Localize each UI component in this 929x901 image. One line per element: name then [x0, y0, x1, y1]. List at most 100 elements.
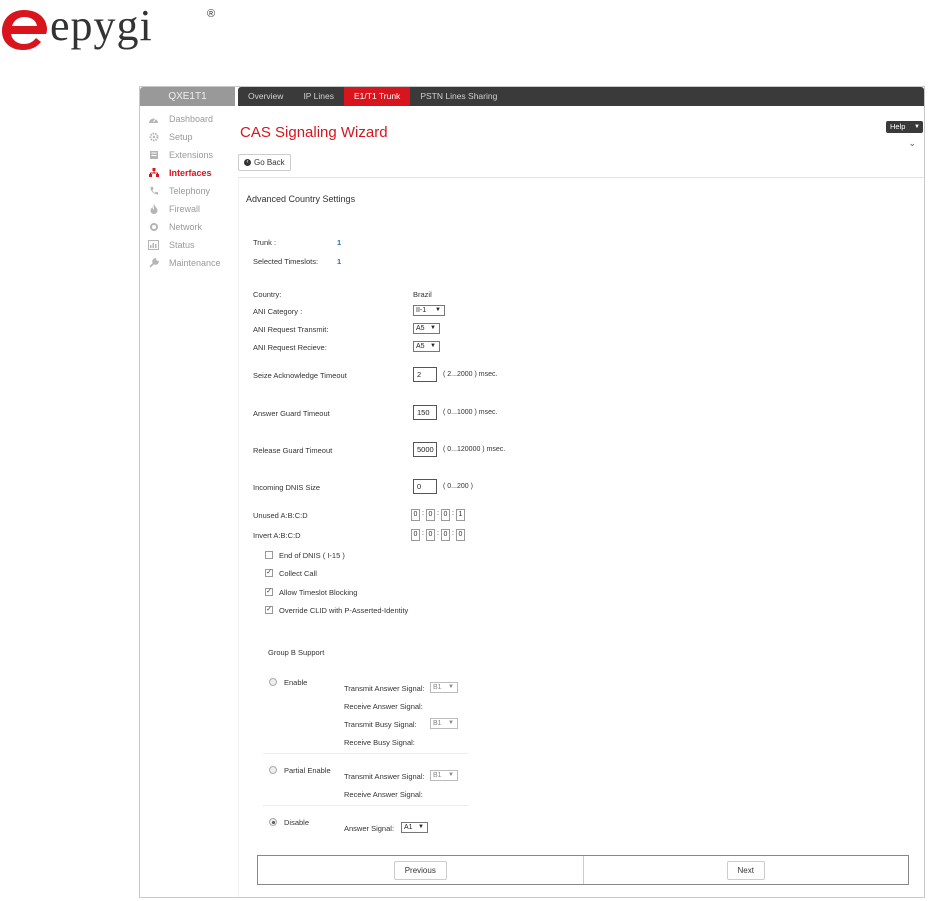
ani-transmit-select[interactable]: A5 ▼	[413, 323, 440, 334]
wrench-icon	[147, 258, 160, 269]
answer-guard-unit: ( 0...1000 ) msec.	[443, 409, 498, 416]
answer-guard-label: Answer Guard Timeout	[253, 409, 330, 418]
next-button[interactable]: Next	[726, 860, 765, 880]
dropdown-arrow-icon: ▼	[448, 720, 454, 726]
invert-d-field[interactable]: 0	[456, 529, 465, 541]
sidebar-item-network[interactable]: Network	[140, 218, 235, 236]
invert-b-field[interactable]: 0	[426, 529, 435, 541]
enable-transmit-answer-select[interactable]: B1 ▼	[430, 682, 458, 693]
answer-signal-select[interactable]: A1 ▼	[401, 822, 428, 833]
transmit-answer-label: Transmit Answer Signal:	[344, 772, 425, 781]
dropdown-arrow-icon: ▼	[418, 824, 424, 830]
divider	[263, 805, 468, 806]
answer-signal-value: A1	[404, 824, 413, 831]
trunk-value: 1	[337, 238, 342, 247]
b1-value: B1	[433, 772, 442, 779]
sidebar-item-dashboard[interactable]: Dashboard	[140, 110, 235, 128]
sidebar-item-label: Firewall	[169, 204, 201, 214]
device-name: QXE1T1	[140, 87, 235, 106]
dnis-size-label: Incoming DNIS Size	[253, 483, 321, 492]
end-of-dnis-checkbox[interactable]	[265, 551, 273, 559]
override-clid-label: Override CLID with P-Asserted-Identity	[279, 606, 409, 615]
colon-separator: :	[437, 530, 439, 537]
top-tabs: Overview IP Lines E1/T1 Trunk PSTN Lines…	[238, 87, 924, 106]
seize-timeout-input[interactable]: 2	[413, 367, 437, 382]
page-title: CAS Signaling Wizard	[240, 124, 388, 141]
enable-transmit-busy-select[interactable]: B1 ▼	[430, 718, 458, 729]
collect-call-label: Collect Call	[279, 569, 317, 578]
allow-timeslot-blocking-checkbox[interactable]: ✓	[265, 588, 273, 596]
dropdown-arrow-icon: ▼	[448, 772, 454, 778]
colon-separator: :	[452, 510, 454, 517]
sidebar-item-label: Extensions	[169, 150, 214, 160]
extensions-icon	[147, 150, 160, 161]
unused-d-field[interactable]: 1	[456, 509, 465, 521]
wizard-footer: Previous Next	[257, 855, 909, 885]
chevron-down-icon[interactable]: ⌄	[908, 138, 916, 149]
go-back-button[interactable]: ‹ Go Back	[238, 154, 291, 171]
wizard-panel: Advanced Country Settings Trunk : 1 Sele…	[238, 177, 924, 897]
ani-category-select[interactable]: II-1 ▼	[413, 305, 445, 316]
footer-cell-next: Next	[582, 856, 909, 884]
epygi-logo-mark	[2, 10, 47, 50]
tab-ip-lines[interactable]: IP Lines	[293, 87, 344, 106]
partial-enable-label: Partial Enable	[284, 766, 331, 775]
ani-category-value: II-1	[416, 307, 427, 314]
fire-icon	[147, 204, 160, 215]
timeslots-value: 1	[337, 257, 342, 266]
dropdown-arrow-icon: ▼	[430, 325, 436, 331]
previous-button[interactable]: Previous	[393, 860, 447, 880]
unused-c-field[interactable]: 0	[441, 509, 450, 521]
tab-e1-t1-trunk[interactable]: E1/T1 Trunk	[344, 87, 411, 106]
sidebar-item-label: Network	[169, 222, 203, 232]
transmit-busy-label: Transmit Busy Signal:	[344, 720, 417, 729]
enable-label: Enable	[284, 678, 308, 687]
dnis-size-input[interactable]: 0	[413, 479, 437, 494]
dashboard-icon	[147, 114, 160, 125]
allow-timeslot-blocking-label: Allow Timeslot Blocking	[279, 588, 358, 597]
b1-value: B1	[433, 684, 442, 691]
tab-pstn-lines-sharing[interactable]: PSTN Lines Sharing	[410, 87, 507, 106]
sidebar-item-firewall[interactable]: Firewall	[140, 200, 235, 218]
group-b-enable-radio[interactable]	[269, 678, 277, 686]
brand-name: epygi	[50, 1, 153, 50]
answer-signal-label: Answer Signal:	[344, 824, 395, 833]
country-value: Brazil	[413, 290, 432, 299]
sidebar-item-label: Maintenance	[169, 258, 221, 268]
sidebar-item-setup[interactable]: Setup	[140, 128, 235, 146]
unused-a-field[interactable]: 0	[411, 509, 420, 521]
group-b-partial-enable-radio[interactable]	[269, 766, 277, 774]
invert-a-field[interactable]: 0	[411, 529, 420, 541]
colon-separator: :	[437, 510, 439, 517]
collect-call-checkbox[interactable]: ✓	[265, 569, 273, 577]
unused-b-field[interactable]: 0	[426, 509, 435, 521]
sidebar-item-telephony[interactable]: Telephony	[140, 182, 235, 200]
ani-receive-select[interactable]: A5 ▼	[413, 341, 440, 352]
sidebar-item-label: Dashboard	[169, 114, 214, 124]
interfaces-icon	[147, 168, 160, 179]
group-b-disable-radio[interactable]	[269, 818, 277, 826]
invert-c-field[interactable]: 0	[441, 529, 450, 541]
sidebar-item-interfaces[interactable]: Interfaces	[140, 164, 235, 182]
sidebar-item-status[interactable]: Status	[140, 236, 235, 254]
override-clid-checkbox[interactable]: ✓	[265, 606, 273, 614]
sidebar: QXE1T1 Dashboard Setup Extensions Interf…	[140, 87, 235, 897]
sidebar-item-label: Status	[169, 240, 195, 250]
answer-guard-input[interactable]: 150	[413, 405, 437, 420]
ani-transmit-value: A5	[416, 325, 425, 332]
colon-separator: :	[422, 510, 424, 517]
dropdown-arrow-icon: ▼	[430, 343, 436, 349]
sidebar-item-extensions[interactable]: Extensions	[140, 146, 235, 164]
release-guard-input[interactable]: 5000	[413, 442, 437, 457]
help-button[interactable]: Help ▼	[886, 121, 923, 133]
sidebar-item-maintenance[interactable]: Maintenance	[140, 254, 235, 272]
group-b-label: Group B Support	[268, 648, 325, 657]
colon-separator: :	[452, 530, 454, 537]
tab-overview[interactable]: Overview	[238, 87, 293, 106]
seize-timeout-label: Seize Acknowledge Timeout	[253, 371, 347, 380]
ani-receive-value: A5	[416, 343, 425, 350]
partial-transmit-answer-select[interactable]: B1 ▼	[430, 770, 458, 781]
dnis-size-unit: ( 0...200 )	[443, 483, 473, 490]
ani-transmit-label: ANI Request Transmit:	[253, 325, 329, 334]
end-of-dnis-label: End of DNIS ( I-15 )	[279, 551, 345, 560]
